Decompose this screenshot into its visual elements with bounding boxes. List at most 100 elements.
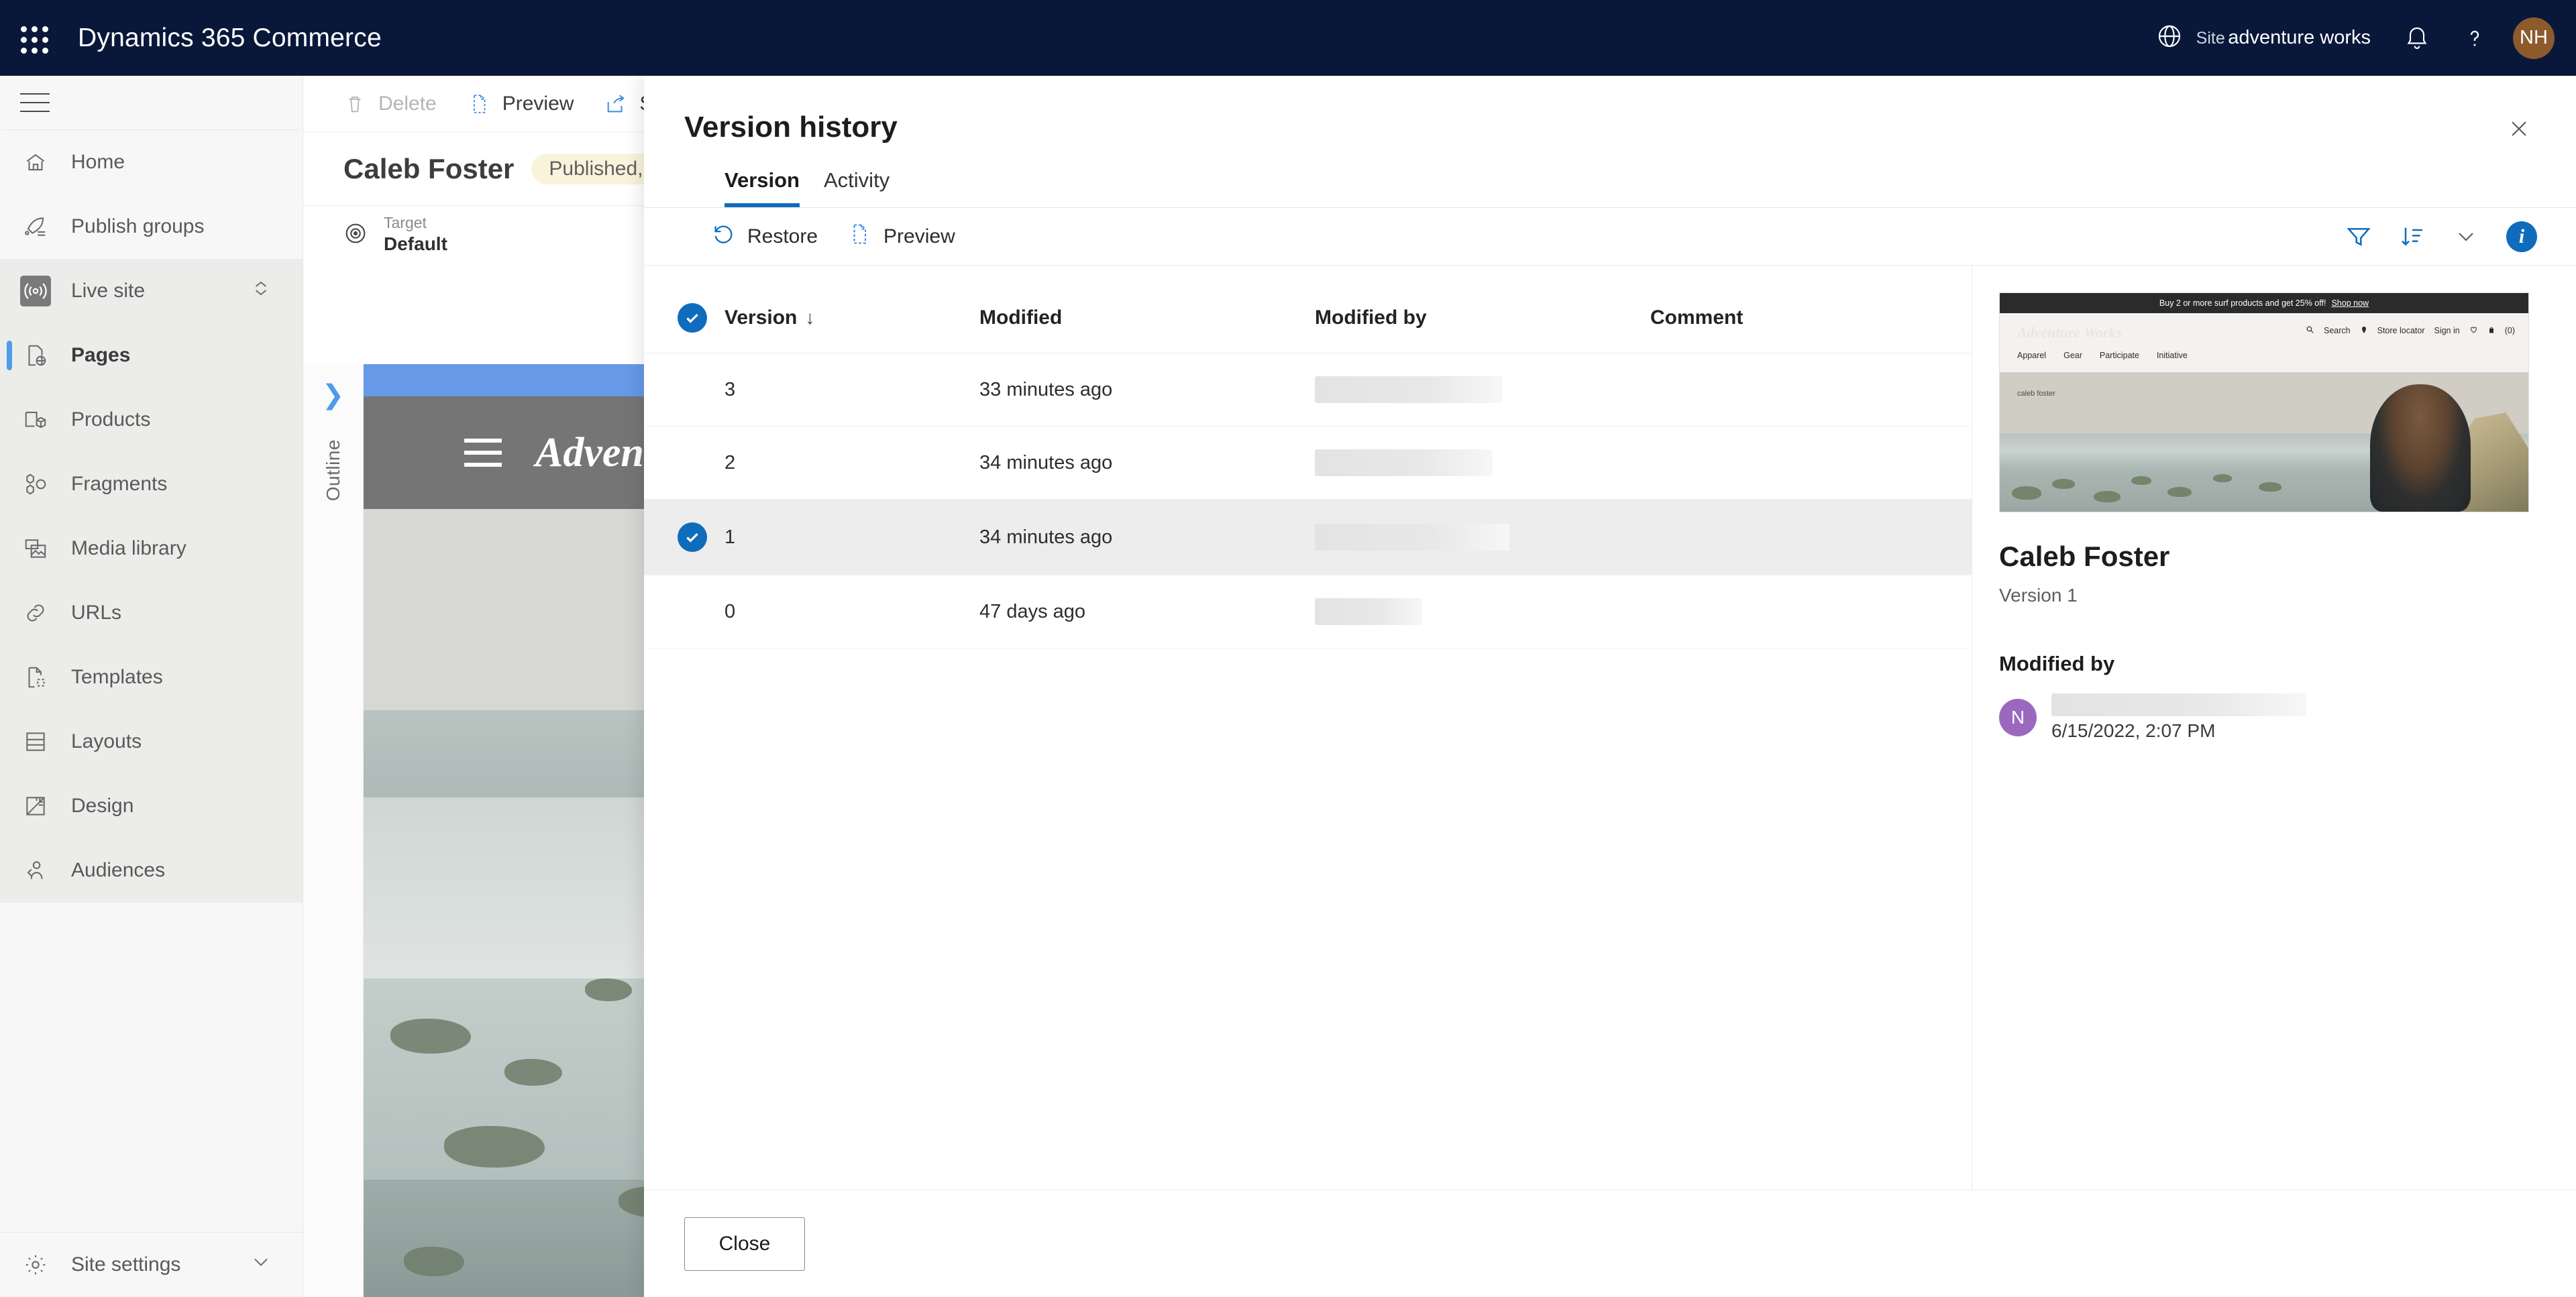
row-checkbox[interactable] [644, 426, 724, 500]
menu-item-apparel[interactable]: Apparel [2017, 351, 2046, 360]
cell-version: 3 [724, 353, 979, 427]
globe-icon [2156, 23, 2183, 53]
table-row[interactable]: 0 47 days ago [644, 575, 1972, 648]
sidebar-item-templates[interactable]: Templates [0, 645, 303, 710]
close-button[interactable]: Close [684, 1217, 805, 1271]
chevron-down-icon[interactable] [2453, 223, 2479, 250]
row-checkbox[interactable] [644, 353, 724, 427]
row-checkbox[interactable] [644, 499, 724, 575]
utility-store-locator-label[interactable]: Store locator [2377, 326, 2425, 335]
layout-icon [20, 726, 51, 757]
column-header-modified[interactable]: Modified [979, 286, 1315, 353]
dialog-title: Version history [684, 111, 898, 144]
bag-icon [2487, 326, 2496, 336]
tab-version[interactable]: Version [724, 168, 812, 207]
cell-modified-by [1315, 575, 1650, 648]
avatar: N [1999, 699, 2037, 736]
hero-rock-shape [2167, 487, 2192, 497]
column-header-modified-by[interactable]: Modified by [1315, 286, 1650, 353]
left-navigation-sidebar: Home Publish groups Live site Pages Prod… [0, 76, 303, 1297]
promo-link[interactable]: Shop now [2331, 298, 2369, 308]
sidebar-item-label: Products [71, 408, 151, 431]
delete-label: Delete [378, 92, 437, 115]
chevron-down-icon[interactable] [249, 1250, 273, 1280]
info-icon[interactable]: i [2506, 221, 2537, 252]
column-header-version[interactable]: Version ↓ [724, 286, 979, 353]
preview-button[interactable]: Preview [468, 93, 574, 115]
sidebar-item-audiences[interactable]: Audiences [0, 838, 303, 903]
detail-modified-by-heading: Modified by [1999, 652, 2115, 675]
outline-label[interactable]: Outline [323, 439, 344, 501]
sidebar-collapse-button[interactable] [0, 76, 303, 129]
chevron-right-icon[interactable]: ❯ [322, 382, 345, 408]
tab-activity[interactable]: Activity [812, 168, 902, 207]
link-icon [20, 598, 51, 628]
help-icon[interactable] [2446, 0, 2504, 76]
sidebar-item-home[interactable]: Home [0, 130, 303, 194]
select-all-header[interactable] [644, 286, 724, 353]
menu-item-participate[interactable]: Participate [2100, 351, 2139, 360]
sort-descending-icon[interactable] [2399, 223, 2426, 250]
app-launcher-icon[interactable] [15, 20, 51, 56]
utility-search-label[interactable]: Search [2324, 326, 2351, 335]
bell-icon[interactable] [2388, 0, 2446, 76]
menu-item-initiative[interactable]: Initiative [2157, 351, 2188, 360]
rocket-list-icon [20, 211, 51, 242]
sidebar-item-fragments[interactable]: Fragments [0, 452, 303, 516]
filter-icon[interactable] [2345, 223, 2372, 250]
cell-modified: 47 days ago [979, 575, 1315, 648]
site-selector[interactable]: Site adventure works [2139, 0, 2388, 76]
thumbnail-hero-image: caleb foster [2000, 372, 2528, 512]
up-down-chevron-icon[interactable] [249, 276, 273, 306]
restore-button[interactable]: Restore [711, 222, 818, 251]
checkmark-circle-icon[interactable] [678, 522, 707, 552]
preview-button[interactable]: Preview [847, 222, 955, 251]
close-icon[interactable] [2496, 105, 2542, 152]
sidebar-footer: Site settings [0, 1232, 303, 1297]
table-row[interactable]: 3 33 minutes ago [644, 353, 1972, 427]
table-header: Version ↓ Modified Modified by Comment [644, 286, 1972, 353]
sidebar-item-media-library[interactable]: Media library [0, 516, 303, 581]
top-bar-right-cluster: Site adventure works NH [2139, 0, 2576, 76]
sidebar-item-pages[interactable]: Pages [0, 323, 303, 388]
sidebar-item-publish-groups[interactable]: Publish groups [0, 194, 303, 259]
promo-text: Buy 2 or more surf products and get 25% … [2159, 298, 2326, 308]
target-label: Target [384, 213, 427, 231]
utility-sign-in-label[interactable]: Sign in [2434, 326, 2459, 335]
sidebar-item-label: Publish groups [71, 215, 205, 237]
version-detail-pane: Buy 2 or more surf products and get 25% … [1972, 266, 2576, 1190]
checkmark-circle-icon[interactable] [678, 303, 707, 333]
table-row[interactable]: 2 34 minutes ago [644, 426, 1972, 500]
people-icon [20, 855, 51, 886]
cell-version: 0 [724, 575, 979, 648]
site-name: adventure works [2228, 27, 2371, 49]
hero-person-shape [2370, 384, 2471, 512]
row-checkbox[interactable] [644, 575, 724, 648]
cell-version: 2 [724, 426, 979, 500]
sidebar-item-products[interactable]: Products [0, 388, 303, 452]
column-header-comment[interactable]: Comment [1650, 286, 1972, 353]
page-title: Caleb Foster [343, 152, 515, 184]
sidebar-item-live-site[interactable]: Live site [0, 259, 303, 323]
table-row[interactable]: 1 34 minutes ago [644, 499, 1972, 575]
thumbnail-utility-bar: Search Store locator Sign in (0) [2306, 325, 2515, 336]
sidebar-item-urls[interactable]: URLs [0, 581, 303, 645]
dialog-footer: Close [644, 1190, 2576, 1297]
user-avatar[interactable]: NH [2513, 17, 2555, 59]
sidebar-item-layouts[interactable]: Layouts [0, 710, 303, 774]
sidebar-item-label: Home [71, 151, 125, 173]
sidebar-item-site-settings[interactable]: Site settings [0, 1233, 303, 1297]
sidebar-item-label: Audiences [71, 859, 166, 881]
version-history-dialog: Version history Version Activity Restore [644, 76, 2576, 1297]
target-value: Default [384, 233, 447, 255]
hamburger-menu-icon[interactable] [464, 439, 502, 467]
sidebar-item-design[interactable]: Design [0, 774, 303, 838]
cell-modified-by [1315, 353, 1650, 427]
hero-rock-shape [2131, 476, 2151, 485]
page-web-icon [20, 340, 51, 371]
detail-modified-date: 6/15/2022, 2:07 PM [2051, 720, 2216, 741]
hamburger-menu-icon [20, 93, 50, 112]
delete-button[interactable]: Delete [343, 93, 437, 115]
toolbar-right-icons: i [2345, 221, 2576, 252]
menu-item-gear[interactable]: Gear [2063, 351, 2082, 360]
